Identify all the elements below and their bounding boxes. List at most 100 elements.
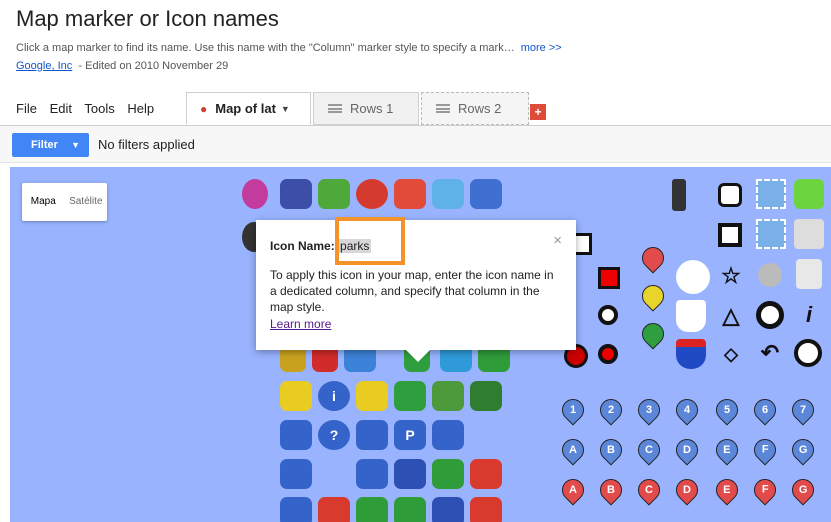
lodging-icon[interactable] — [318, 497, 350, 522]
lettered-pin-icon[interactable]: C — [633, 434, 665, 466]
trail-icon[interactable] — [432, 381, 464, 411]
fire-icon[interactable] — [394, 179, 426, 209]
menu-help[interactable]: Help — [127, 101, 154, 116]
face-icon[interactable] — [242, 179, 268, 209]
description: Click a map marker to find its name. Use… — [16, 42, 562, 54]
cycling-icon[interactable] — [470, 381, 502, 411]
lettered-pin-icon[interactable]: A — [557, 474, 589, 506]
map-type-map-button[interactable]: Mapa — [22, 183, 65, 221]
numbered-pin-icon[interactable]: 7 — [787, 394, 819, 426]
info-icon[interactable]: i — [318, 381, 350, 411]
help-icon[interactable]: ? — [318, 420, 350, 450]
pin-label: C — [645, 444, 653, 457]
numbered-pin-icon[interactable]: 2 — [595, 394, 627, 426]
tab-rows-1-label: Rows 1 — [350, 101, 394, 116]
numbered-pin-icon[interactable]: 6 — [749, 394, 781, 426]
lettered-pin-icon[interactable]: G — [787, 474, 819, 506]
traffic-light-icon[interactable] — [672, 179, 686, 211]
learn-more-link[interactable]: Learn more — [270, 317, 331, 331]
diamond-icon[interactable]: ◇ — [718, 341, 744, 367]
ruler-icon[interactable] — [794, 219, 824, 249]
tab-map[interactable]: ● Map of lat ▼ — [186, 92, 311, 125]
mountains-icon[interactable] — [394, 497, 426, 522]
more-link[interactable]: more >> — [521, 42, 562, 54]
hexagon-icon[interactable] — [718, 183, 742, 207]
numbered-pin-icon[interactable]: 5 — [711, 394, 743, 426]
tab-rows-1[interactable]: Rows 1 — [313, 92, 419, 125]
lettered-pin-icon[interactable]: D — [671, 474, 703, 506]
torii-icon[interactable] — [470, 459, 502, 489]
close-icon[interactable]: × — [553, 232, 562, 249]
grid-icon[interactable] — [756, 219, 786, 249]
farm-icon[interactable] — [432, 459, 464, 489]
pin-label: G — [798, 484, 808, 496]
convenience-icon[interactable] — [356, 381, 388, 411]
numbered-pin-icon[interactable]: 3 — [633, 394, 665, 426]
ice-skating-icon[interactable] — [280, 420, 312, 450]
storm-icon[interactable] — [432, 179, 464, 209]
green-marker-icon[interactable] — [637, 318, 669, 350]
rows-icon — [436, 104, 450, 113]
target-icon[interactable] — [598, 305, 618, 325]
info-icon[interactable]: i — [796, 301, 822, 329]
add-tab-button[interactable]: + — [530, 104, 546, 120]
gray-circle-icon[interactable] — [758, 263, 782, 287]
white-circle-icon[interactable] — [676, 260, 710, 294]
lettered-pin-icon[interactable]: F — [749, 434, 781, 466]
arrow-icon[interactable] — [794, 179, 824, 209]
menu-bar: File Edit Tools Help — [16, 101, 163, 116]
lettered-pin-icon[interactable]: G — [787, 434, 819, 466]
red-dot-icon[interactable] — [598, 344, 618, 364]
square-dot-icon[interactable] — [598, 267, 620, 289]
cross-icon[interactable] — [470, 497, 502, 522]
numbered-pin-icon[interactable]: 4 — [671, 394, 703, 426]
chevron-down-icon[interactable]: ▼ — [281, 104, 290, 114]
pin-label: G — [798, 444, 808, 456]
lettered-pin-icon[interactable]: F — [749, 474, 781, 506]
yellow-marker-icon[interactable] — [637, 280, 669, 312]
arrow-left-icon[interactable]: ↶ — [756, 339, 784, 367]
menu-file[interactable]: File — [16, 101, 37, 116]
lettered-pin-icon[interactable]: A — [557, 434, 589, 466]
tab-rows-2[interactable]: Rows 2 — [421, 92, 529, 125]
lettered-pin-icon[interactable]: C — [633, 474, 665, 506]
mountains-icon[interactable] — [356, 497, 388, 522]
star-icon[interactable]: ☆ — [718, 263, 744, 289]
triangle-icon[interactable]: △ — [718, 303, 744, 329]
square-outline-icon[interactable] — [718, 223, 742, 247]
numbered-pin-icon[interactable]: 1 — [557, 394, 589, 426]
snowflake-icon[interactable] — [280, 497, 312, 522]
menu-tools[interactable]: Tools — [84, 101, 114, 116]
museum-icon[interactable] — [394, 459, 426, 489]
shield-icon[interactable] — [676, 300, 706, 332]
filter-button[interactable]: Filter ▼ — [12, 133, 89, 157]
lettered-pin-icon[interactable]: E — [711, 434, 743, 466]
earthquake-icon[interactable] — [356, 179, 388, 209]
grid-icon[interactable] — [756, 179, 786, 209]
map-type-satellite-button[interactable]: Satélite — [65, 183, 108, 221]
snack-icon[interactable] — [280, 459, 312, 489]
coffee-icon[interactable] — [356, 420, 388, 450]
bus-icon[interactable] — [280, 179, 312, 209]
ferry-icon[interactable] — [432, 420, 464, 450]
truck-icon[interactable] — [356, 459, 388, 489]
lettered-pin-icon[interactable]: B — [595, 434, 627, 466]
owner-link[interactable]: Google, Inc — [16, 60, 72, 72]
table-meta: Google, Inc - Edited on 2010 November 29 — [16, 60, 228, 72]
no-entry-icon[interactable] — [794, 339, 822, 367]
pushpin-icon[interactable] — [796, 259, 822, 289]
shopping-icon[interactable] — [280, 381, 312, 411]
hiking-icon[interactable] — [318, 179, 350, 209]
accessibility-icon[interactable] — [432, 497, 464, 522]
menu-edit[interactable]: Edit — [50, 101, 72, 116]
target-icon[interactable] — [756, 301, 784, 329]
interstate-icon[interactable] — [676, 339, 706, 369]
tram-icon[interactable] — [470, 179, 502, 209]
pin-label: D — [683, 484, 691, 497]
lettered-pin-icon[interactable]: E — [711, 474, 743, 506]
lettered-pin-icon[interactable]: B — [595, 474, 627, 506]
tree-icon[interactable] — [394, 381, 426, 411]
red-marker-icon[interactable] — [637, 242, 669, 274]
lettered-pin-icon[interactable]: D — [671, 434, 703, 466]
parking-icon[interactable]: P — [394, 420, 426, 450]
